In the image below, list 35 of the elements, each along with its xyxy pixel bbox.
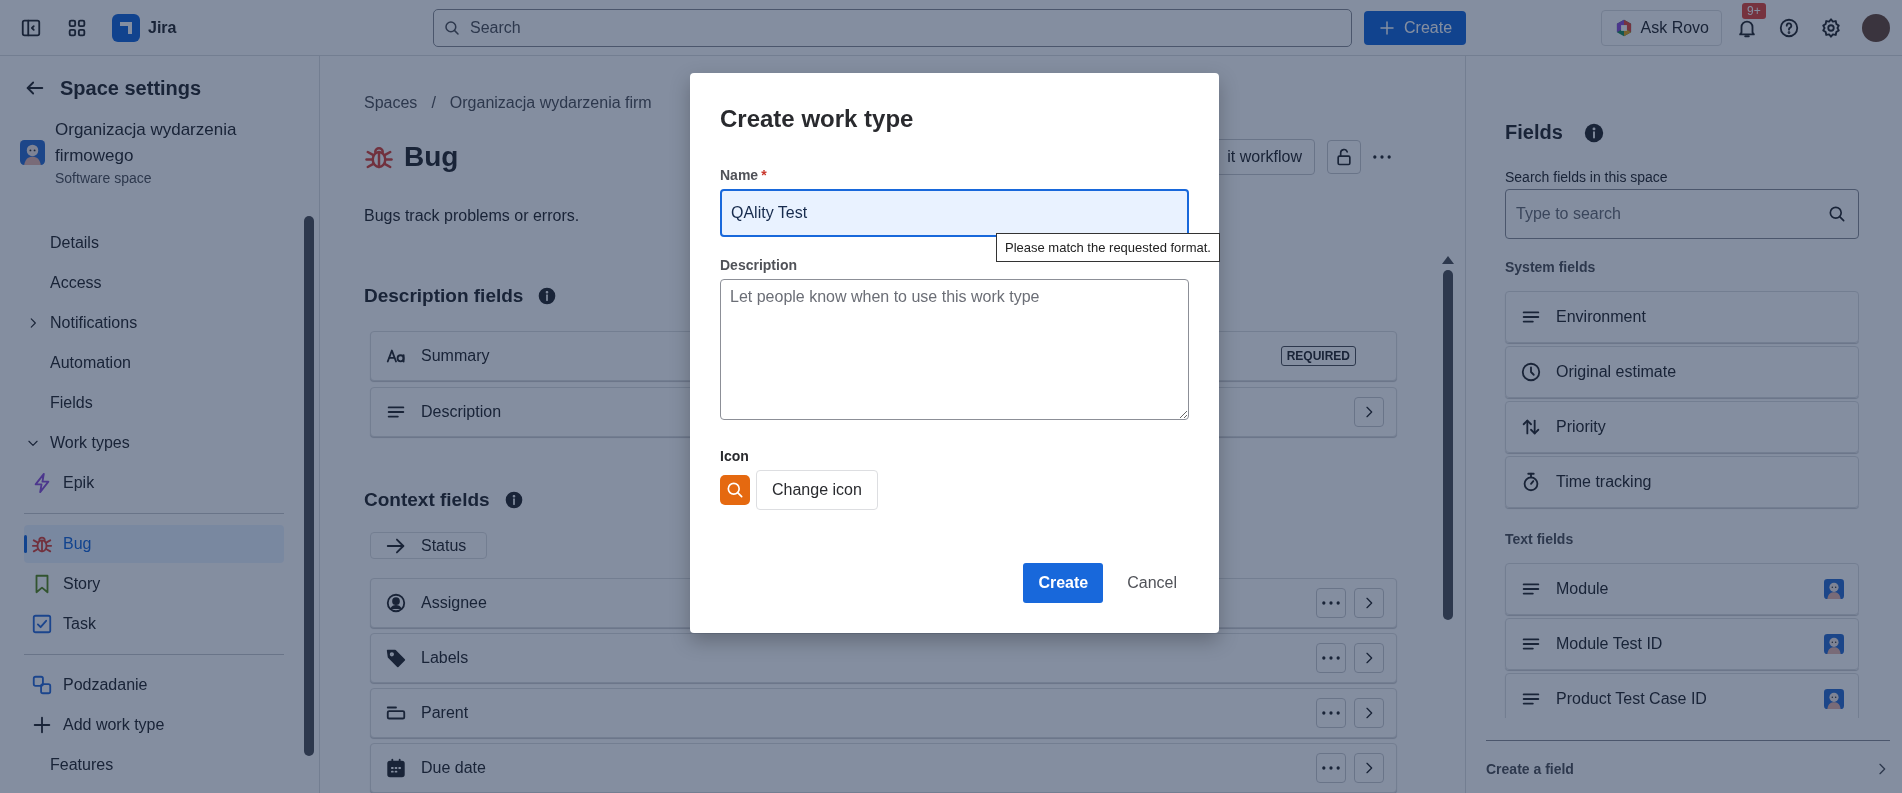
page-title: Bug xyxy=(404,141,459,173)
field-name: Priority xyxy=(1556,418,1606,436)
section-title: Description fields xyxy=(364,285,524,307)
field-name: Module Test ID xyxy=(1556,635,1663,653)
field-label: Description xyxy=(720,257,797,273)
field-name: Status xyxy=(421,536,467,555)
required-mark: * xyxy=(761,167,767,183)
space-name: Organizacja wydarzenia firmowego xyxy=(55,119,238,167)
field-name: Labels xyxy=(421,649,469,667)
search-label: Search fields in this space xyxy=(1505,169,1669,185)
field-name: Time tracking xyxy=(1556,473,1652,491)
breadcrumb-separator: / xyxy=(431,93,436,113)
field-label: Name xyxy=(720,167,759,183)
field-name: Description xyxy=(421,403,502,421)
sidebar-title: Space settings xyxy=(60,76,202,100)
field-name: Module xyxy=(1556,580,1609,598)
panel-title: Fields xyxy=(1505,121,1563,144)
field-name: Summary xyxy=(421,347,490,365)
field-name: Assignee xyxy=(421,594,487,612)
field-name: Parent xyxy=(421,704,469,722)
field-label: Icon xyxy=(720,448,749,464)
section-title: Context fields xyxy=(364,489,490,511)
notification-count: 9+ xyxy=(1742,2,1766,19)
group-heading: Text fields xyxy=(1505,531,1575,547)
field-name: Due date xyxy=(421,759,486,777)
validation-tooltip: Please match the requested format. xyxy=(996,233,1220,262)
dialog-title: Create work type xyxy=(720,104,915,134)
product-name: Jira xyxy=(148,18,177,37)
page-description: Bugs track problems or errors. xyxy=(364,206,580,226)
field-name: Product Test Case ID xyxy=(1556,690,1707,708)
field-name: Original estimate xyxy=(1556,363,1677,381)
space-type: Software space xyxy=(55,169,153,187)
field-name: Environment xyxy=(1556,308,1646,326)
required-tag: REQUIRED xyxy=(1280,346,1356,366)
group-heading: System fields xyxy=(1505,259,1597,275)
